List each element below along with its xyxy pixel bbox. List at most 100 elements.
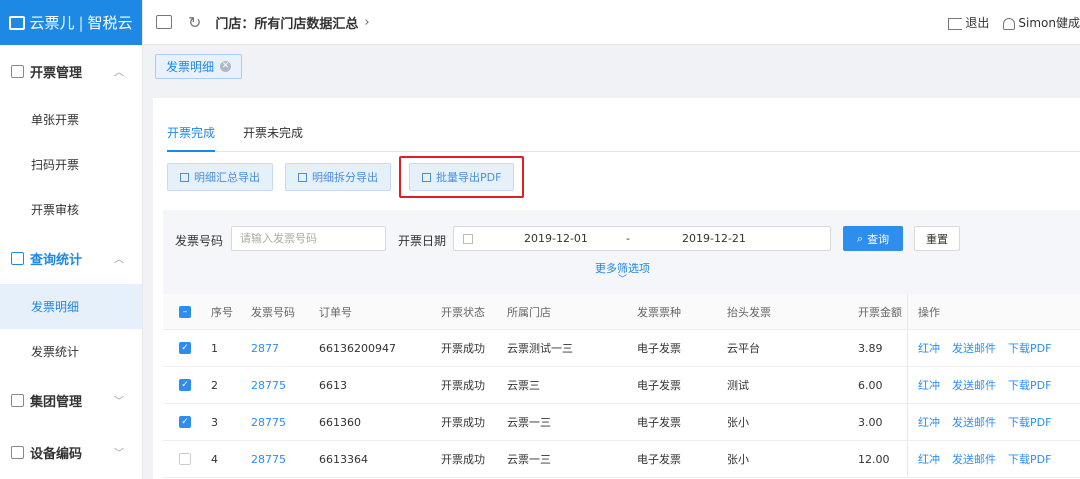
red-flush-link[interactable]: 红冲 bbox=[918, 414, 940, 430]
chevron-down-icon: ﹀ bbox=[617, 275, 627, 285]
menu-toggle-icon[interactable] bbox=[156, 15, 172, 29]
table-header-row: – 序号 发票号码 订单号 开票状态 所属门店 发票票种 抬头发票 开票金额 操… bbox=[163, 294, 1080, 330]
sidebar: 云票儿 | 智税云 开票管理 ︿ 单张开票 扫码开票 开票审核 查询统计 ︿ 发… bbox=[0, 0, 143, 479]
cell-order: 6613 bbox=[319, 378, 347, 392]
cell-store: 云票测试一三 bbox=[507, 342, 573, 355]
store-selector[interactable]: 门店：所有门店数据汇总 bbox=[215, 13, 358, 32]
cell-amount: 3.00 bbox=[858, 415, 883, 429]
cell-no: 4 bbox=[211, 452, 218, 466]
col-header-amount: 开票金额 bbox=[858, 305, 902, 319]
logout-label: 退出 bbox=[965, 16, 990, 30]
cell-kind: 电子发票 bbox=[637, 416, 681, 429]
col-header-title: 抬头发票 bbox=[727, 305, 771, 319]
red-flush-link[interactable]: 红冲 bbox=[918, 377, 940, 393]
menu-group-group-management[interactable]: 集团管理 ﹀ bbox=[0, 374, 142, 426]
cell-store: 云票三 bbox=[507, 379, 540, 392]
more-filters-link[interactable]: 更多筛选项 ﹀ bbox=[595, 260, 650, 285]
cell-amount: 12.00 bbox=[858, 452, 890, 466]
sidebar-item-invoice-detail[interactable]: 发票明细 bbox=[0, 284, 142, 329]
download-pdf-link[interactable]: 下载PDF bbox=[1008, 414, 1051, 430]
export-icon bbox=[298, 172, 307, 182]
cell-ops: 红冲 发送邮件 下载PDF bbox=[918, 441, 1051, 477]
topbar-right: 退出 Simon健成 bbox=[948, 0, 1080, 45]
sidebar-item-invoice-review[interactable]: 开票审核 bbox=[0, 187, 142, 232]
download-pdf-link[interactable]: 下载PDF bbox=[1008, 340, 1051, 356]
row-checkbox[interactable] bbox=[179, 453, 191, 465]
row-checkbox[interactable]: ✓ bbox=[179, 379, 191, 391]
cell-invoice-link[interactable]: 28775 bbox=[251, 404, 286, 440]
tab-incomplete[interactable]: 开票未完成 bbox=[243, 118, 303, 152]
filter-panel: 发票号码 请输入发票号码 开票日期 2019-12-01 - 2019-12-2… bbox=[163, 210, 1080, 294]
date-end: 2019-12-21 bbox=[682, 232, 746, 245]
tabstrip: 发票明细 ✕ bbox=[143, 45, 1080, 89]
close-icon[interactable]: ✕ bbox=[220, 61, 232, 72]
query-button[interactable]: ⌕ 查询 bbox=[843, 226, 903, 251]
cell-title: 张小 bbox=[727, 453, 749, 466]
chevron-right-icon[interactable]: › bbox=[364, 15, 369, 30]
table-row: 4 28775 6613364 开票成功 云票一三 电子发票 张小 12.00 … bbox=[163, 441, 1080, 478]
tab-completed[interactable]: 开票完成 bbox=[167, 118, 216, 152]
download-pdf-link[interactable]: 下载PDF bbox=[1008, 377, 1051, 393]
cell-order: 66136200947 bbox=[319, 341, 396, 355]
menu-group-device-code[interactable]: 设备编码 ﹀ bbox=[0, 426, 142, 478]
cell-no: 1 bbox=[211, 341, 218, 355]
date-range-picker[interactable]: 2019-12-01 - 2019-12-21 bbox=[453, 226, 831, 251]
sidebar-item-scan-invoice[interactable]: 扫码开票 bbox=[0, 142, 142, 187]
page-tag-label: 发票明细 bbox=[166, 60, 215, 74]
menu-group-label: 开票管理 bbox=[30, 65, 83, 81]
menu-group-query-stats[interactable]: 查询统计 ︿ bbox=[0, 232, 142, 284]
col-header-kind: 发票票种 bbox=[637, 305, 681, 319]
select-all-checkbox-cell[interactable]: – bbox=[179, 294, 191, 329]
menu-group-invoicing[interactable]: 开票管理 ︿ bbox=[0, 45, 142, 97]
logo-product: 智税云 bbox=[87, 14, 133, 32]
table-row: ✓ 3 28775 661360 开票成功 云票一三 电子发票 张小 3.00 … bbox=[163, 404, 1080, 441]
page-tag[interactable]: 发票明细 ✕ bbox=[155, 54, 243, 79]
sidebar-item-single-invoice[interactable]: 单张开票 bbox=[0, 97, 142, 142]
menu-group-label: 集团管理 bbox=[30, 394, 83, 410]
cell-status: 开票成功 bbox=[441, 342, 485, 355]
invoice-no-input[interactable]: 请输入发票号码 bbox=[231, 226, 386, 251]
building-icon bbox=[11, 393, 24, 407]
column-divider bbox=[907, 404, 908, 440]
batch-export-pdf-button[interactable]: 批量导出PDF bbox=[409, 163, 515, 191]
cell-amount: 6.00 bbox=[858, 378, 883, 392]
export-summary-button[interactable]: 明细汇总导出 bbox=[167, 163, 273, 191]
sidebar-item-invoice-stats[interactable]: 发票统计 bbox=[0, 329, 142, 374]
row-checkbox[interactable]: ✓ bbox=[179, 342, 191, 354]
cell-ops: 红冲 发送邮件 下载PDF bbox=[918, 330, 1051, 366]
export-split-button[interactable]: 明细拆分导出 bbox=[285, 163, 391, 191]
download-pdf-link[interactable]: 下载PDF bbox=[1008, 451, 1051, 467]
status-tabs: 开票完成 开票未完成 bbox=[167, 118, 1080, 152]
select-all-checkbox[interactable]: – bbox=[179, 305, 191, 318]
cell-title: 云平台 bbox=[727, 342, 760, 355]
chevron-down-icon: ﹀ bbox=[114, 396, 124, 408]
red-flush-link[interactable]: 红冲 bbox=[918, 451, 940, 467]
cell-invoice-link[interactable]: 2877 bbox=[251, 330, 279, 366]
send-email-link[interactable]: 发送邮件 bbox=[952, 414, 996, 430]
cell-title: 测试 bbox=[727, 379, 749, 392]
cell-amount: 3.89 bbox=[858, 341, 883, 355]
send-email-link[interactable]: 发送邮件 bbox=[952, 340, 996, 356]
refresh-icon[interactable]: ↻ bbox=[188, 13, 201, 32]
invoice-no-label: 发票号码 bbox=[175, 234, 224, 248]
table-row: ✓ 1 2877 66136200947 开票成功 云票测试一三 电子发票 云平… bbox=[163, 330, 1080, 367]
chevron-down-icon: ﹀ bbox=[114, 448, 124, 460]
user-name: Simon健成 bbox=[1018, 16, 1080, 30]
red-flush-link[interactable]: 红冲 bbox=[918, 340, 940, 356]
export-split-label: 明细拆分导出 bbox=[312, 171, 378, 184]
user-icon bbox=[1003, 17, 1016, 30]
cell-store: 云票一三 bbox=[507, 416, 551, 429]
row-checkbox[interactable]: ✓ bbox=[179, 416, 191, 428]
logout-button[interactable]: 退出 bbox=[948, 14, 989, 31]
send-email-link[interactable]: 发送邮件 bbox=[952, 451, 996, 467]
cell-invoice-link[interactable]: 28775 bbox=[251, 367, 286, 403]
export-icon bbox=[180, 172, 189, 182]
date-start: 2019-12-01 bbox=[524, 232, 588, 245]
highlight-box: 批量导出PDF bbox=[399, 156, 525, 198]
user-menu[interactable]: Simon健成 bbox=[1003, 14, 1080, 31]
cell-invoice-link[interactable]: 28775 bbox=[251, 441, 286, 477]
column-divider bbox=[907, 330, 908, 366]
send-email-link[interactable]: 发送邮件 bbox=[952, 377, 996, 393]
reset-button[interactable]: 重置 bbox=[914, 226, 960, 251]
col-header-ops: 操作 bbox=[918, 305, 940, 319]
